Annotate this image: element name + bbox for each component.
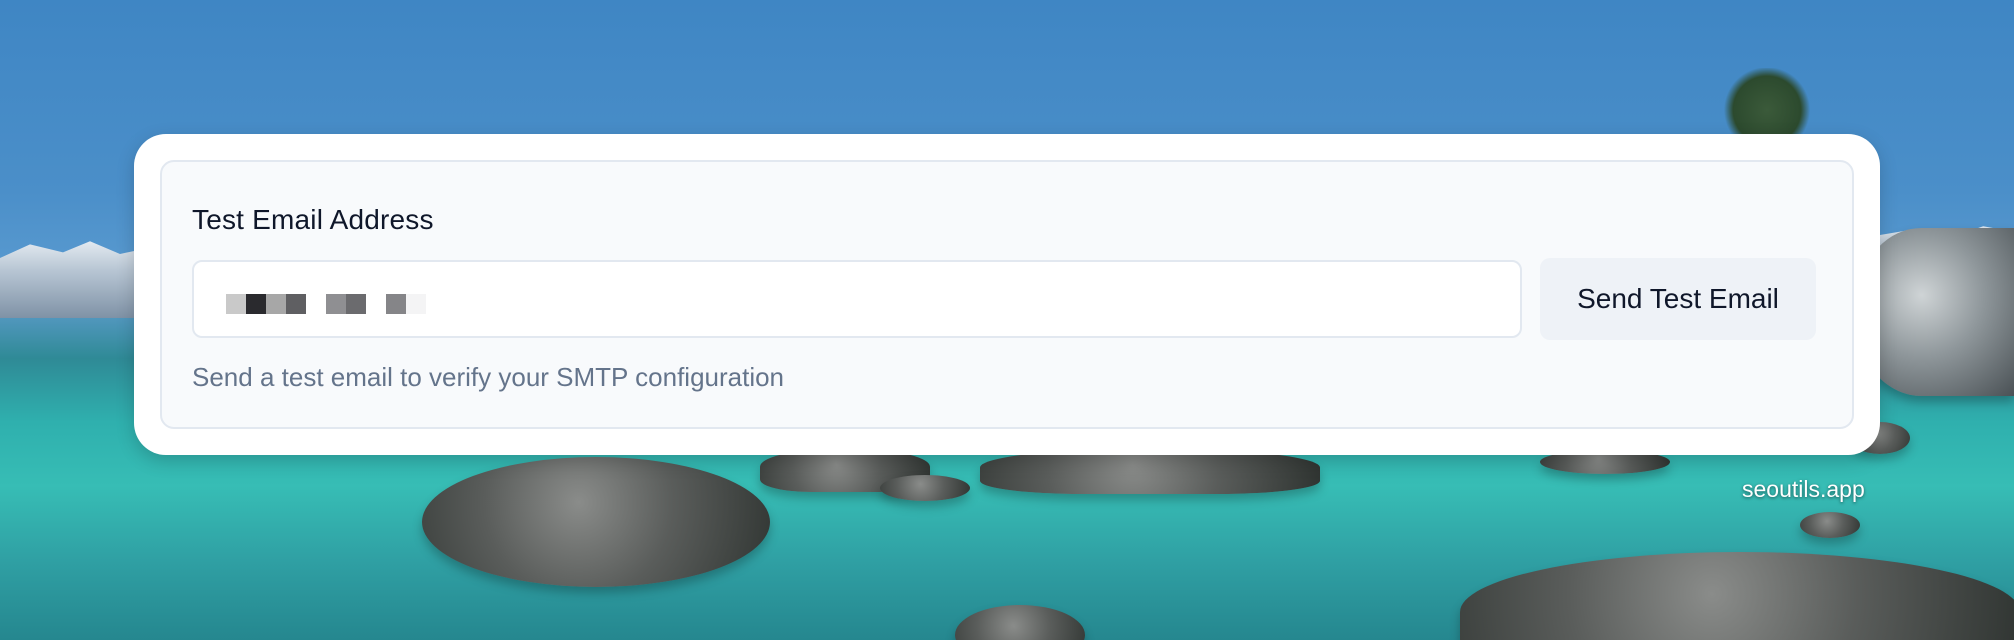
tree: [1722, 68, 1812, 138]
rock: [1860, 228, 2014, 396]
helper-text: Send a test email to verify your SMTP co…: [192, 362, 785, 392]
redacted-email-value: [226, 294, 426, 314]
rock: [955, 605, 1085, 640]
test-email-card: Test Email Address Send Test Email Send …: [160, 160, 1854, 429]
rock: [422, 457, 770, 587]
watermark: seoutils.app: [1742, 476, 1865, 502]
test-email-input[interactable]: [192, 260, 1522, 338]
send-test-email-button[interactable]: Send Test Email: [1540, 258, 1816, 340]
desktop-background: Test Email Address Send Test Email Send …: [0, 0, 2014, 640]
rock: [1800, 512, 1860, 538]
test-email-panel: Test Email Address Send Test Email Send …: [134, 134, 1880, 455]
rock: [1460, 552, 2014, 640]
rock: [880, 475, 970, 501]
rock: [980, 450, 1320, 494]
test-email-label: Test Email Address: [192, 204, 434, 235]
mountain-left: [0, 241, 150, 318]
